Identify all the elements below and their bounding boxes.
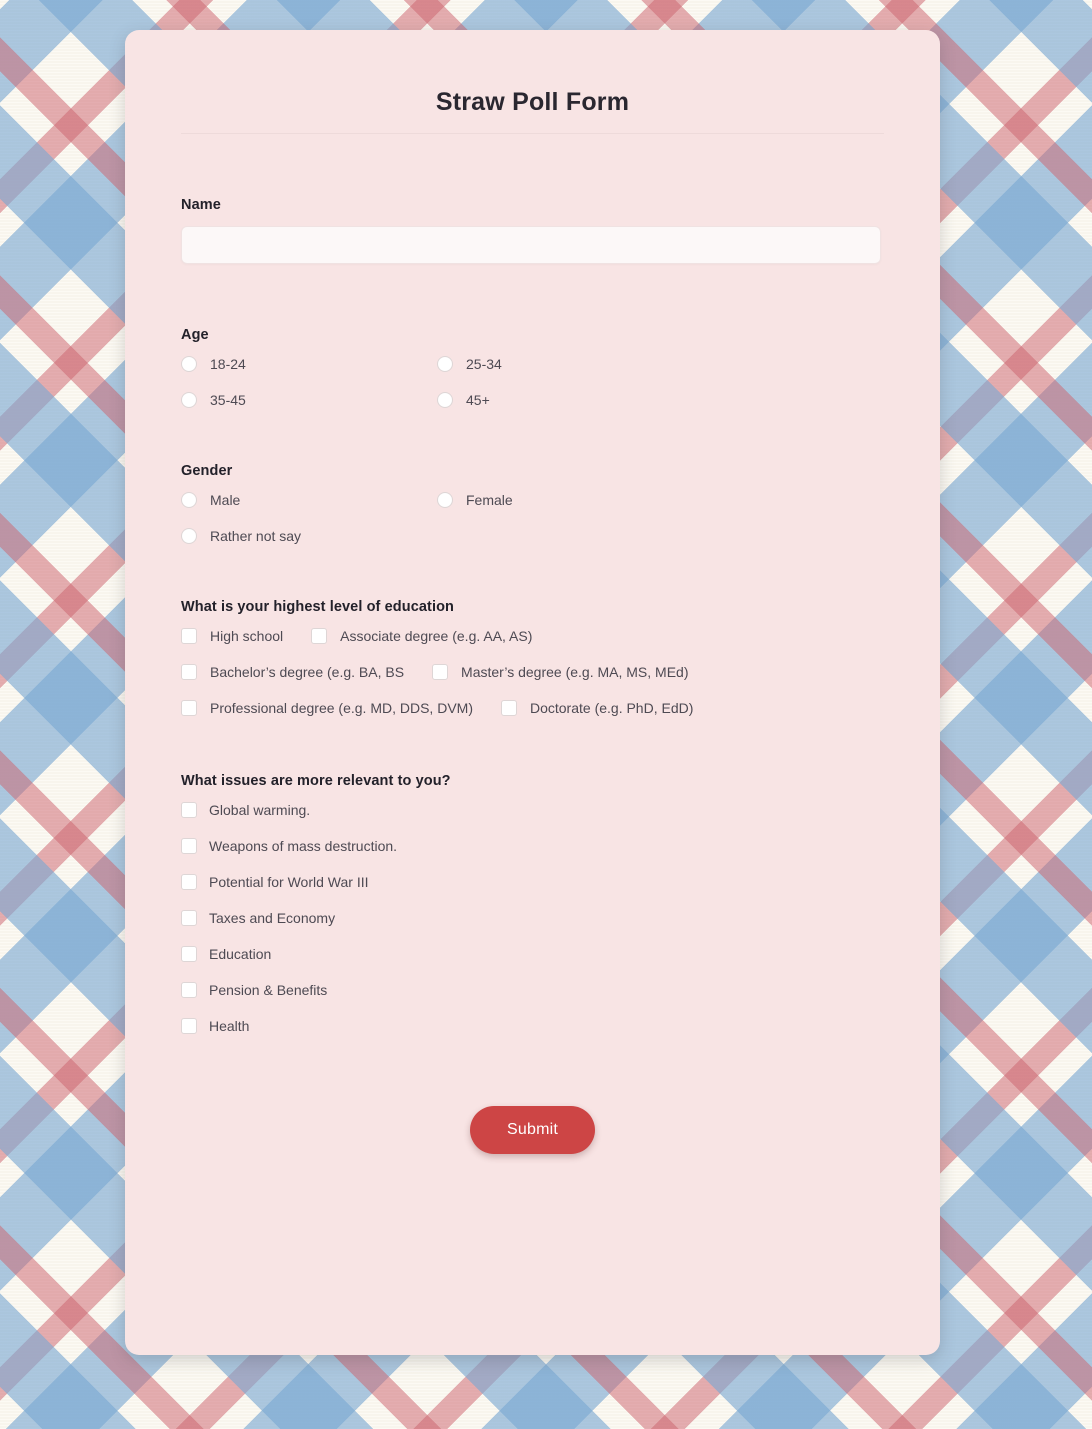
- submit-row: Submit: [181, 1106, 884, 1154]
- checkbox-icon[interactable]: [181, 982, 197, 998]
- option-label: Education: [209, 946, 272, 962]
- gender-option-male[interactable]: Male: [181, 492, 437, 508]
- issues-label: What issues are more relevant to you?: [181, 773, 451, 789]
- option-label: Rather not say: [210, 528, 302, 544]
- option-label: Professional degree (e.g. MD, DDS, DVM): [210, 700, 473, 716]
- issues-option-wmd[interactable]: Weapons of mass destruction.: [181, 838, 884, 854]
- field-education: What is your highest level of education …: [181, 599, 884, 716]
- option-label: Health: [209, 1018, 250, 1034]
- radio-icon[interactable]: [181, 392, 197, 408]
- submit-button[interactable]: Submit: [470, 1106, 595, 1154]
- checkbox-icon[interactable]: [432, 664, 449, 680]
- age-option-35-45[interactable]: 35-45: [181, 392, 437, 408]
- option-label: 45+: [466, 392, 490, 408]
- radio-icon[interactable]: [181, 492, 197, 508]
- radio-icon[interactable]: [437, 392, 453, 408]
- checkbox-icon[interactable]: [181, 874, 197, 890]
- option-label: Pension & Benefits: [209, 982, 328, 998]
- gender-option-rather-not-say[interactable]: Rather not say: [181, 528, 437, 544]
- checkbox-icon[interactable]: [181, 802, 197, 818]
- option-label: Female: [466, 492, 513, 508]
- issues-option-education[interactable]: Education: [181, 946, 884, 962]
- checkbox-icon[interactable]: [181, 1018, 197, 1034]
- gender-option-female[interactable]: Female: [437, 492, 884, 508]
- name-label: Name: [181, 197, 221, 213]
- field-age: Age 18-24 25-34 35-45 45+: [181, 327, 884, 408]
- issues-options: Global warming. Weapons of mass destruct…: [181, 802, 884, 1034]
- checkbox-icon[interactable]: [181, 910, 197, 926]
- issues-option-global-warming[interactable]: Global warming.: [181, 802, 884, 818]
- page-title: Straw Poll Form: [181, 30, 884, 134]
- age-label: Age: [181, 327, 209, 343]
- field-name: Name: [181, 197, 884, 264]
- option-label: Male: [210, 492, 241, 508]
- gender-options: Male Female Rather not say: [181, 492, 884, 544]
- education-label: What is your highest level of education: [181, 599, 454, 615]
- option-label: 18-24: [210, 356, 246, 372]
- checkbox-icon[interactable]: [181, 838, 197, 854]
- issues-option-taxes-economy[interactable]: Taxes and Economy: [181, 910, 884, 926]
- education-options: High school Associate degree (e.g. AA, A…: [181, 628, 781, 716]
- education-option-associate[interactable]: Associate degree (e.g. AA, AS): [311, 628, 532, 644]
- option-label: Taxes and Economy: [209, 910, 336, 926]
- issues-option-health[interactable]: Health: [181, 1018, 884, 1034]
- gender-label: Gender: [181, 463, 233, 479]
- checkbox-icon[interactable]: [500, 700, 517, 716]
- radio-icon[interactable]: [181, 528, 197, 544]
- checkbox-icon[interactable]: [181, 946, 197, 962]
- education-option-high-school[interactable]: High school: [181, 628, 283, 644]
- age-options: 18-24 25-34 35-45 45+: [181, 356, 884, 408]
- education-option-master[interactable]: Master’s degree (e.g. MA, MS, MEd): [432, 664, 689, 680]
- age-option-18-24[interactable]: 18-24: [181, 356, 437, 372]
- option-label: Bachelor’s degree (e.g. BA, BS: [210, 664, 405, 680]
- age-option-45-plus[interactable]: 45+: [437, 392, 884, 408]
- straw-poll-form-card: Straw Poll Form Name Age 18-24 25-34 35-…: [125, 30, 940, 1355]
- checkbox-icon[interactable]: [181, 628, 197, 644]
- option-label: Weapons of mass destruction.: [209, 838, 398, 854]
- age-option-25-34[interactable]: 25-34: [437, 356, 884, 372]
- option-label: Potential for World War III: [209, 874, 369, 890]
- option-label: 35-45: [210, 392, 246, 408]
- option-label: Global warming.: [209, 802, 311, 818]
- field-gender: Gender Male Female Rather not say: [181, 463, 884, 544]
- checkbox-icon[interactable]: [181, 700, 197, 716]
- radio-icon[interactable]: [181, 356, 197, 372]
- option-label: High school: [210, 628, 284, 644]
- option-label: 25-34: [466, 356, 502, 372]
- option-label: Doctorate (e.g. PhD, EdD): [529, 700, 694, 716]
- radio-icon[interactable]: [437, 492, 453, 508]
- issues-option-pension-benefits[interactable]: Pension & Benefits: [181, 982, 884, 998]
- issues-option-world-war-iii[interactable]: Potential for World War III: [181, 874, 884, 890]
- education-option-bachelor[interactable]: Bachelor’s degree (e.g. BA, BS: [181, 664, 404, 680]
- radio-icon[interactable]: [437, 356, 453, 372]
- option-label: Master’s degree (e.g. MA, MS, MEd): [461, 664, 689, 680]
- education-option-professional[interactable]: Professional degree (e.g. MD, DDS, DVM): [181, 700, 473, 716]
- name-input[interactable]: [181, 226, 881, 264]
- checkbox-icon[interactable]: [181, 664, 197, 680]
- checkbox-icon[interactable]: [311, 628, 328, 644]
- field-issues: What issues are more relevant to you? Gl…: [181, 773, 884, 1034]
- education-option-doctorate[interactable]: Doctorate (e.g. PhD, EdD): [500, 700, 694, 716]
- option-label: Associate degree (e.g. AA, AS): [340, 628, 533, 644]
